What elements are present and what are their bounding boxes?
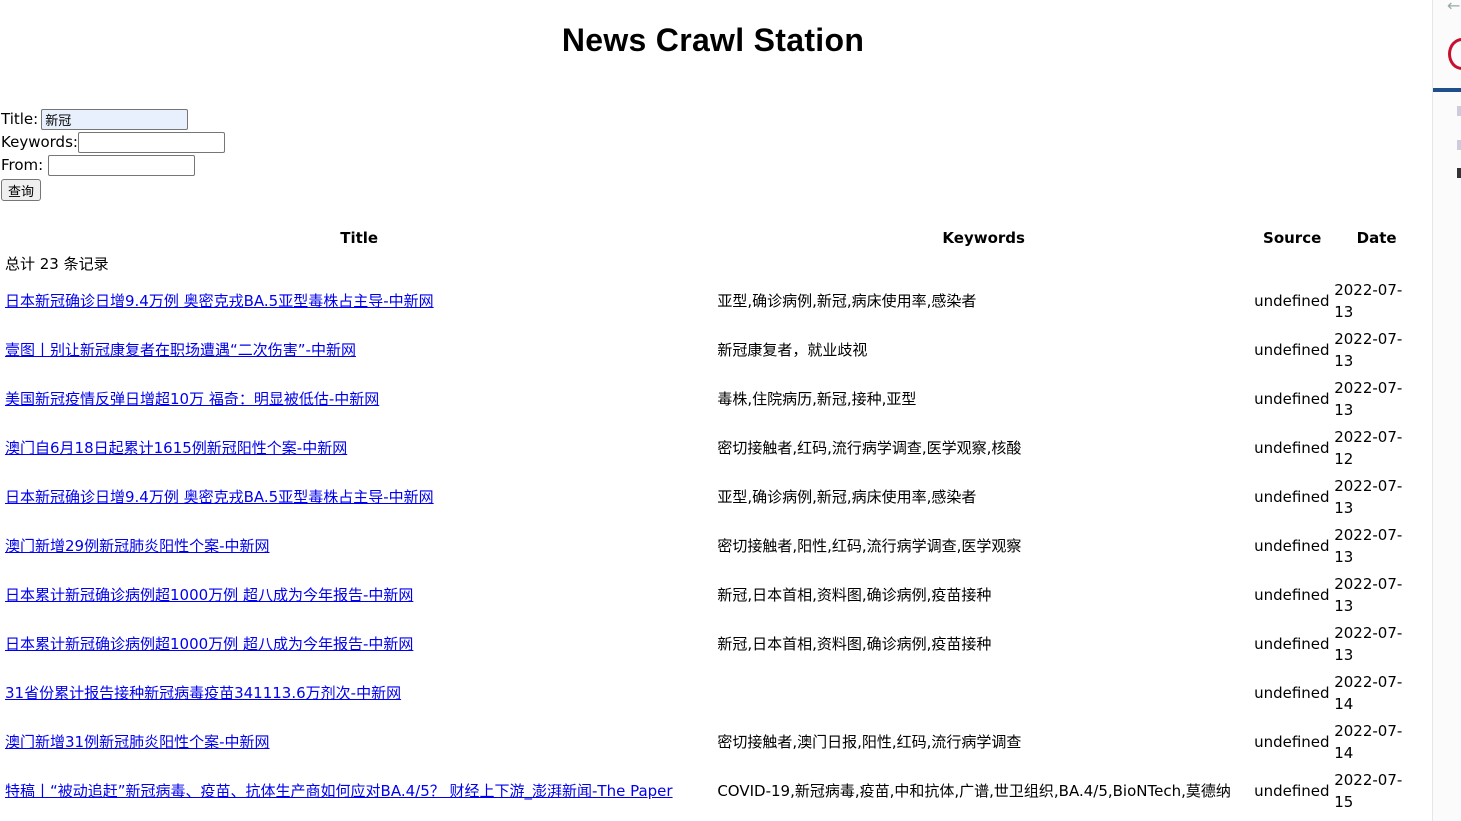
- keywords-cell: 亚型,确诊病例,新冠,病床使用率,感染者: [717, 292, 977, 310]
- panel-icon: [1457, 106, 1461, 116]
- source-cell: undefined: [1254, 389, 1330, 408]
- site-logo-icon: [1448, 38, 1461, 70]
- title-cell: 日本新冠确诊日增9.4万例 奥密克戎BA.5亚型毒株占主导-中新网: [4, 473, 714, 520]
- source-cell: undefined: [1254, 732, 1330, 751]
- title-cell: 澳门新增29例新冠肺炎阳性个案-中新网: [4, 522, 714, 569]
- source-cell: undefined: [1254, 291, 1330, 310]
- date-cell: 2022-07-13: [1334, 525, 1403, 566]
- title-cell: 31省份累计报告接种新冠病毒疫苗341113.6万剂次-中新网: [4, 669, 714, 716]
- date-cell: 2022-07-12: [1334, 427, 1403, 468]
- table-row: 澳门自6月18日起累计1615例新冠阳性个案-中新网 密切接触者,红码,流行病学调…: [4, 424, 1420, 471]
- table-row: 壹图丨别让新冠康复者在职场遭遇“二次伤害”-中新网 新冠康复者，就业歧视 undef…: [4, 326, 1420, 373]
- source-cell: undefined: [1254, 487, 1330, 506]
- title-input[interactable]: [41, 109, 189, 130]
- article-link[interactable]: 澳门自6月18日起累计1615例新冠阳性个案-中新网: [5, 439, 347, 457]
- article-link[interactable]: 壹图丨别让新冠康复者在职场遭遇“二次伤害”-中新网: [5, 341, 356, 359]
- article-link[interactable]: 日本新冠确诊日增9.4万例 奥密克戎BA.5亚型毒株占主导-中新网: [5, 488, 434, 506]
- keywords-cell: 亚型,确诊病例,新冠,病床使用率,感染者: [717, 488, 977, 506]
- article-link[interactable]: 特稿丨“被动追赶”新冠病毒、疫苗、抗体生产商如何应对BA.4/5？ 财经上下游_…: [5, 782, 673, 800]
- total-row: 总计 23 条记录: [4, 251, 1420, 275]
- source-cell: undefined: [1254, 781, 1330, 800]
- keywords-cell: COVID-19,新冠病毒,疫苗,中和抗体,广谱,世卫组织,BA.4/5,Bio…: [717, 782, 1231, 800]
- keywords-row: Keywords:: [1, 131, 225, 154]
- keywords-label: Keywords:: [1, 133, 78, 151]
- keywords-input[interactable]: [77, 132, 225, 153]
- title-cell: 日本新冠确诊日增9.4万例 奥密克戎BA.5亚型毒株占主导-中新网: [4, 277, 714, 324]
- source-cell: undefined: [1254, 340, 1330, 359]
- table-row: 日本累计新冠确诊病例超1000万例 超八成为今年报告-中新网 新冠,日本首相,资料…: [4, 620, 1420, 667]
- panel-icon: [1457, 140, 1461, 150]
- query-button[interactable]: 查询: [1, 179, 42, 201]
- keywords-cell: [716, 669, 1251, 716]
- title-cell: 日本累计新冠确诊病例超1000万例 超八成为今年报告-中新网: [4, 571, 714, 618]
- article-link[interactable]: 日本累计新冠确诊病例超1000万例 超八成为今年报告-中新网: [5, 635, 413, 653]
- submit-row: 查询: [1, 177, 225, 201]
- title-cell: 澳门自6月18日起累计1615例新冠阳性个案-中新网: [4, 424, 714, 471]
- header-row: Title Keywords Source Date: [4, 227, 1420, 249]
- title-cell: 壹图丨别让新冠康复者在职场遭遇“二次伤害”-中新网: [4, 326, 714, 373]
- from-row: From:: [1, 154, 225, 177]
- date-cell: 2022-07-13: [1334, 623, 1403, 664]
- keywords-cell: 密切接触者,红码,流行病学调查,医学观察,核酸: [717, 439, 1022, 457]
- from-label: From:: [1, 156, 44, 174]
- title-label: Title:: [1, 110, 39, 128]
- date-cell: 2022-07-13: [1334, 329, 1403, 370]
- title-cell: 澳门新增31例新冠肺炎阳性个案-中新网: [4, 718, 714, 765]
- article-link[interactable]: 日本新冠确诊日增9.4万例 奥密克戎BA.5亚型毒株占主导-中新网: [5, 292, 434, 310]
- total-count: 总计 23 条记录: [5, 254, 109, 273]
- date-cell: 2022-07-13: [1334, 476, 1403, 517]
- panel-divider: [1433, 88, 1461, 92]
- table-row: 日本新冠确诊日增9.4万例 奥密克戎BA.5亚型毒株占主导-中新网 亚型,确诊病例…: [4, 473, 1420, 520]
- source-cell: undefined: [1254, 585, 1330, 604]
- from-input[interactable]: [48, 155, 196, 176]
- date-cell: 2022-07-13: [1334, 574, 1403, 615]
- keywords-cell: 新冠,日本首相,资料图,确诊病例,疫苗接种: [717, 586, 992, 604]
- page-title: News Crawl Station: [561, 22, 865, 58]
- date-cell: 2022-07-15: [1334, 770, 1403, 811]
- panel-icon: [1457, 168, 1461, 178]
- table-row: 澳门新增31例新冠肺炎阳性个案-中新网 密切接触者,澳门日报,阳性,红码,流行病学…: [4, 718, 1420, 765]
- title-row: Title:: [1, 108, 225, 131]
- back-arrow-icon[interactable]: ←: [1447, 0, 1460, 15]
- source-cell: undefined: [1254, 683, 1330, 702]
- source-cell: undefined: [1254, 536, 1330, 555]
- keywords-cell: 密切接触者,澳门日报,阳性,红码,流行病学调查: [717, 733, 1022, 751]
- article-link[interactable]: 31省份累计报告接种新冠病毒疫苗341113.6万剂次-中新网: [5, 684, 401, 702]
- article-link[interactable]: 日本累计新冠确诊病例超1000万例 超八成为今年报告-中新网: [5, 586, 413, 604]
- date-cell: 2022-07-13: [1334, 378, 1403, 419]
- page: News Crawl Station Title: Keywords: From…: [0, 0, 1432, 821]
- date-cell: 2022-07-14: [1334, 672, 1403, 713]
- keywords-cell: 新冠康复者，就业歧视: [717, 341, 868, 359]
- table-row: 美国新冠疫情反弹日增超10万 福奇：明显被低估-中新网 毒株,住院病历,新冠,接种…: [4, 375, 1420, 422]
- article-link[interactable]: 澳门新增31例新冠肺炎阳性个案-中新网: [5, 733, 270, 751]
- table-row: 31省份累计报告接种新冠病毒疫苗341113.6万剂次-中新网 undefined…: [4, 669, 1420, 716]
- results-table: Title Keywords Source Date 总计 23 条记录 日本新…: [2, 225, 1422, 816]
- table-row: 特稿丨“被动追赶”新冠病毒、疫苗、抗体生产商如何应对BA.4/5？ 财经上下游_…: [4, 767, 1420, 814]
- search-form: Title: Keywords: From: 查询: [1, 108, 225, 201]
- date-cell: 2022-07-14: [1334, 721, 1403, 762]
- date-cell: 2022-07-13: [1334, 280, 1403, 321]
- title-cell: 日本累计新冠确诊病例超1000万例 超八成为今年报告-中新网: [4, 620, 714, 667]
- header-source: Source: [1263, 229, 1322, 247]
- header-date: Date: [1356, 229, 1397, 247]
- header-keywords: Keywords: [942, 229, 1025, 247]
- keywords-cell: 新冠,日本首相,资料图,确诊病例,疫苗接种: [717, 635, 992, 653]
- table-row: 澳门新增29例新冠肺炎阳性个案-中新网 密切接触者,阳性,红码,流行病学调查,医学…: [4, 522, 1420, 569]
- source-cell: undefined: [1254, 438, 1330, 457]
- table-row: 日本新冠确诊日增9.4万例 奥密克戎BA.5亚型毒株占主导-中新网 亚型,确诊病例…: [4, 277, 1420, 324]
- title-cell: 特稿丨“被动追赶”新冠病毒、疫苗、抗体生产商如何应对BA.4/5？ 财经上下游_…: [4, 767, 714, 814]
- header-title: Title: [340, 229, 379, 247]
- article-link[interactable]: 澳门新增29例新冠肺炎阳性个案-中新网: [5, 537, 270, 555]
- keywords-cell: 毒株,住院病历,新冠,接种,亚型: [717, 390, 917, 408]
- title-cell: 美国新冠疫情反弹日增超10万 福奇：明显被低估-中新网: [4, 375, 714, 422]
- source-cell: undefined: [1254, 634, 1330, 653]
- keywords-cell: 密切接触者,阳性,红码,流行病学调查,医学观察: [717, 537, 1022, 555]
- table-row: 日本累计新冠确诊病例超1000万例 超八成为今年报告-中新网 新冠,日本首相,资料…: [4, 571, 1420, 618]
- article-link[interactable]: 美国新冠疫情反弹日增超10万 福奇：明显被低估-中新网: [5, 390, 379, 408]
- side-panel: ←: [1432, 0, 1461, 821]
